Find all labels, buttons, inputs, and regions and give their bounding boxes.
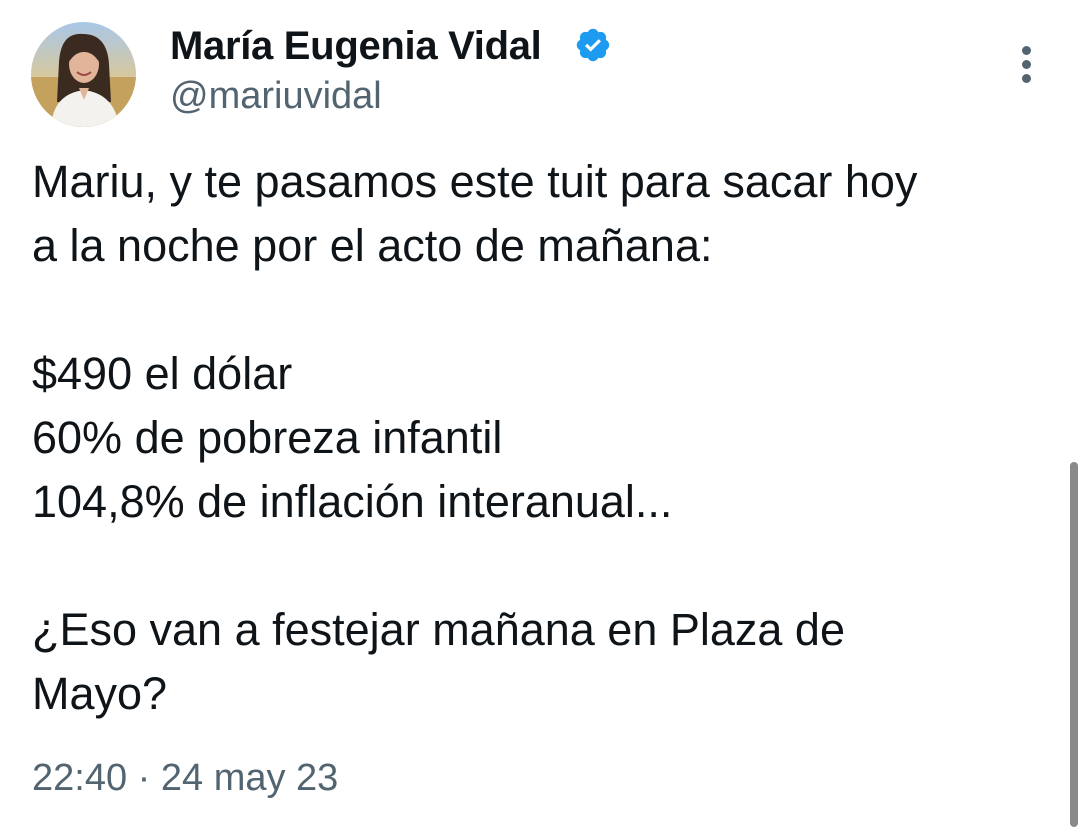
scrollbar-thumb[interactable]: [1070, 462, 1078, 827]
avatar[interactable]: [31, 22, 136, 127]
verified-badge-icon: [576, 28, 610, 62]
tweet-line: ¿Eso van a festejar mañana en Plaza de: [32, 604, 845, 655]
more-options-button[interactable]: [1006, 40, 1048, 88]
tweet-line: Mariu, y te pasamos este tuit para sacar…: [32, 156, 918, 207]
tweet-line: $490 el dólar: [32, 348, 293, 399]
more-vertical-icon-dot: [1022, 74, 1031, 83]
author-display-name[interactable]: María Eugenia Vidal: [170, 20, 542, 72]
tweet-line: a la noche por el acto de mañana:: [32, 220, 713, 271]
tweet-line: Mayo?: [32, 668, 168, 719]
author-handle[interactable]: @mariuvidal: [170, 72, 382, 120]
tweet-date-link[interactable]: 24 may 23: [161, 757, 338, 799]
tweet-time-link[interactable]: 22:40: [32, 757, 127, 799]
tweet-line: 104,8% de inflación interanual...: [32, 476, 673, 527]
timestamp-separator: ·: [137, 757, 151, 799]
tweet-timestamp: 22:40 · 24 may 23: [32, 752, 338, 804]
tweet-line: 60% de pobreza infantil: [32, 412, 503, 463]
avatar-photo: [31, 22, 136, 127]
more-vertical-icon: [1022, 46, 1031, 55]
tweet-card: María Eugenia Vidal @mariuvidal Mariu, y…: [0, 0, 1078, 827]
more-vertical-icon-dot: [1022, 60, 1031, 69]
tweet-text: Mariu, y te pasamos este tuit para sacar…: [32, 150, 1052, 726]
